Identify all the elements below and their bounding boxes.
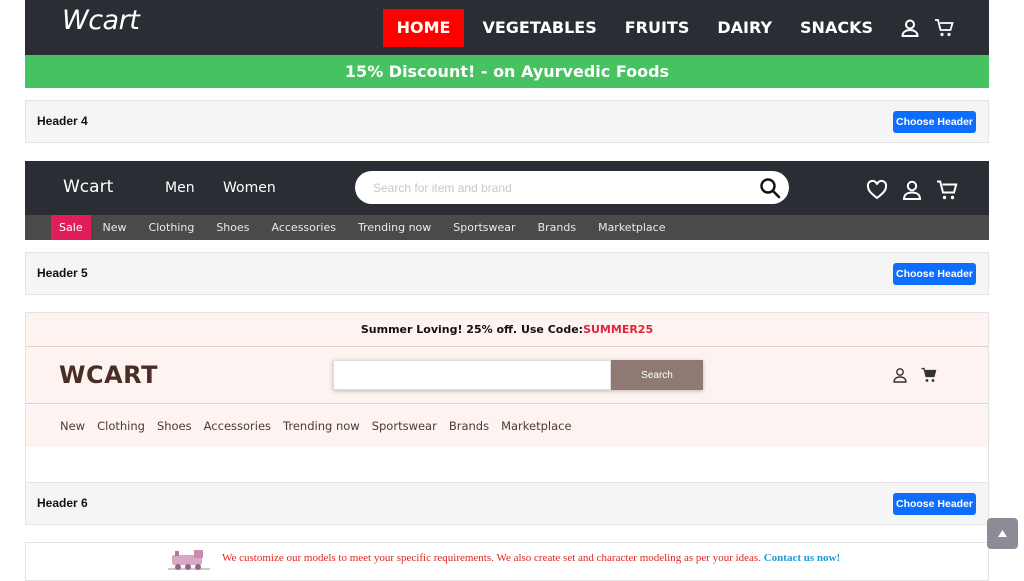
header4-navbar: Wcart HOME VEGETABLES FRUITS DAIRY SNACK… [25, 0, 989, 55]
scroll-to-top-button[interactable] [987, 518, 1018, 549]
header4-menu-item-home[interactable]: HOME [382, 8, 465, 47]
header6-main-bar: WCART Search [26, 346, 988, 404]
heart-icon[interactable] [866, 179, 888, 201]
custom-modeling-message: We customize our models to meet your spe… [222, 552, 761, 564]
header4-menu-item-dairy[interactable]: DAIRY [703, 9, 786, 47]
header6-promo-code: SUMMER25 [583, 323, 654, 336]
header4-select-bar: Header 4 Choose Header [25, 100, 989, 143]
header4-logo[interactable]: Wcart [62, 5, 140, 36]
header6-nav-item-clothing[interactable]: Clothing [91, 419, 151, 433]
arrow-up-icon [998, 530, 1007, 537]
header6-select-bar: Header 6 Choose Header [25, 482, 989, 525]
header6-promo-banner: Summer Loving! 25% off. Use Code:SUMMER2… [26, 313, 988, 346]
header4-menu-item-fruits[interactable]: FRUITS [611, 9, 704, 47]
header5-sub-item-clothing[interactable]: Clothing [138, 215, 206, 240]
header5-sub-item-marketplace[interactable]: Marketplace [587, 215, 676, 240]
header6-search-button[interactable]: Search [611, 360, 703, 390]
header6-nav-item-trending-now[interactable]: Trending now [277, 419, 366, 433]
header5-sub-item-shoes[interactable]: Shoes [205, 215, 260, 240]
user-icon[interactable] [901, 179, 923, 201]
header5-sub-item-accessories[interactable]: Accessories [261, 215, 347, 240]
header6-title: Header 6 [37, 496, 88, 510]
header5-search-box [355, 171, 789, 204]
header6-nav-item-shoes[interactable]: Shoes [151, 419, 198, 433]
header4-menu-item-snacks[interactable]: SNACKS [786, 9, 887, 47]
header5-logo[interactable]: Wcart [63, 177, 113, 197]
choose-header4-button[interactable]: Choose Header [893, 111, 976, 133]
header5-navbar: Wcart Men Women [25, 161, 989, 215]
header6-preview: Summer Loving! 25% off. Use Code:SUMMER2… [25, 312, 989, 482]
header5-sub-item-sale[interactable]: Sale [51, 215, 91, 240]
header4-discount-banner: 15% Discount! - on Ayurvedic Foods [25, 55, 989, 88]
header6-logo[interactable]: WCART [59, 361, 158, 389]
header6-nav-item-brands[interactable]: Brands [443, 419, 495, 433]
header5-link-women[interactable]: Women [223, 180, 276, 196]
custom-modeling-text: We customize our models to meet your spe… [222, 552, 840, 564]
header5-sub-item-sportswear[interactable]: Sportswear [442, 215, 526, 240]
search-icon[interactable] [759, 177, 781, 199]
header5-title: Header 5 [37, 266, 88, 280]
header5-select-bar: Header 5 Choose Header [25, 252, 989, 295]
contact-us-link[interactable]: Contact us now! [764, 552, 840, 564]
header5-search-input[interactable] [373, 171, 743, 204]
header4-icons [893, 17, 961, 39]
header6-nav-item-marketplace[interactable]: Marketplace [495, 419, 577, 433]
train-icon [166, 547, 212, 573]
cart-icon[interactable] [933, 17, 955, 39]
header6-nav-item-new[interactable]: New [54, 419, 91, 433]
header5-sub-item-brands[interactable]: Brands [527, 215, 588, 240]
header6-promo-text: Summer Loving! 25% off. Use Code: [360, 323, 584, 336]
user-icon[interactable] [892, 367, 910, 385]
header5-sub-item-new[interactable]: New [92, 215, 138, 240]
header5-sub-menu: Sale New Clothing Shoes Accessories Tren… [25, 215, 989, 240]
cart-icon[interactable] [936, 179, 958, 201]
choose-header6-button[interactable]: Choose Header [893, 493, 976, 515]
header6-search-input[interactable] [333, 360, 611, 390]
header5-sub-item-trending-now[interactable]: Trending now [347, 215, 442, 240]
custom-modeling-banner: We customize our models to meet your spe… [25, 542, 989, 581]
header6-nav: New Clothing Shoes Accessories Trending … [26, 405, 988, 447]
header4-title: Header 4 [37, 114, 88, 128]
header5-link-men[interactable]: Men [165, 180, 195, 196]
header6-nav-item-sportswear[interactable]: Sportswear [366, 419, 443, 433]
header6-search-box: Search [333, 360, 703, 390]
cart-icon[interactable] [921, 367, 939, 385]
header4-menu: HOME VEGETABLES FRUITS DAIRY SNACKS [382, 0, 989, 55]
header6-nav-item-accessories[interactable]: Accessories [198, 419, 277, 433]
user-icon[interactable] [899, 17, 921, 39]
header4-menu-item-vegetables[interactable]: VEGETABLES [468, 9, 610, 47]
choose-header5-button[interactable]: Choose Header [893, 263, 976, 285]
